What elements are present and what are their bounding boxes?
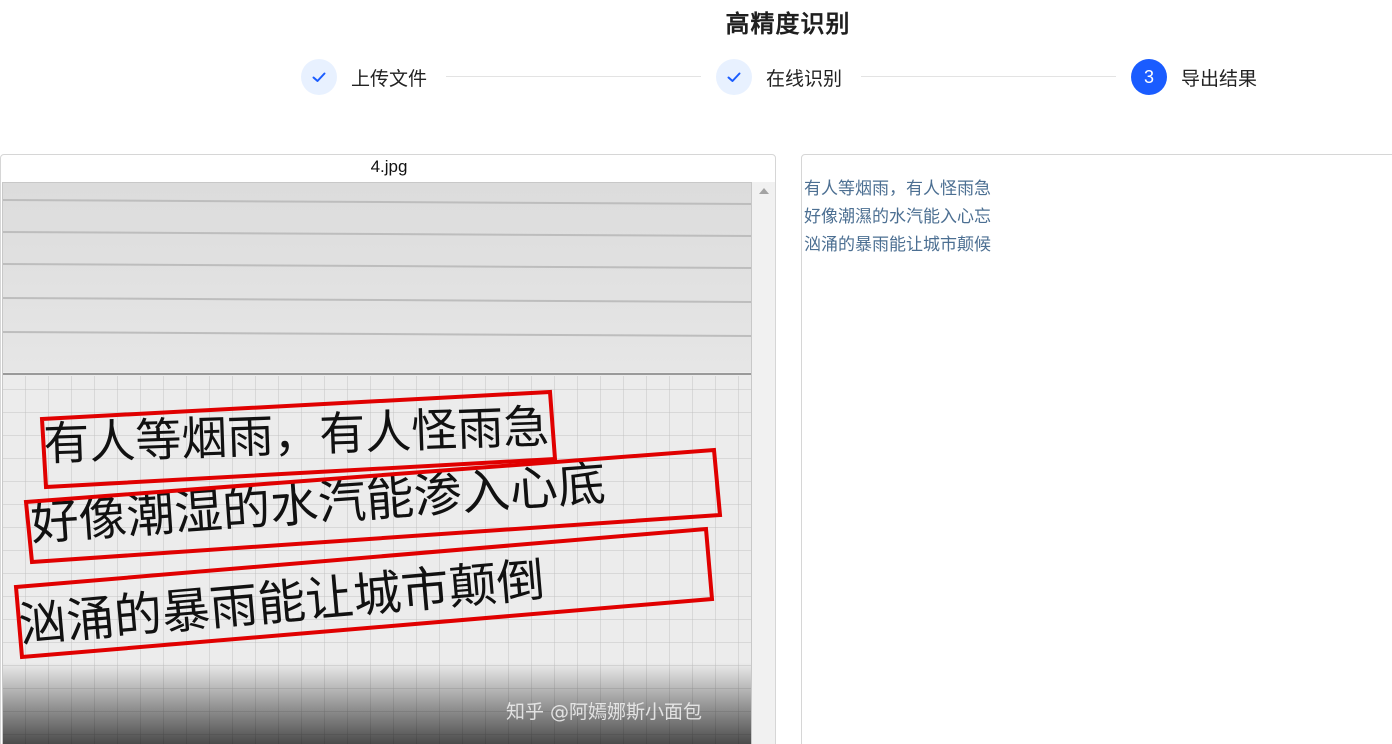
- image-preview-panel: 4.jpg 有人等烟雨，有人怪雨急 好像潮湿的水汽能渗入心底 汹涌的暴雨能让城市…: [0, 154, 776, 744]
- step-connector: [861, 76, 1116, 77]
- file-name: 4.jpg: [370, 157, 408, 176]
- step-1-label: 上传文件: [351, 67, 428, 90]
- result-text-area[interactable]: 有人等烟雨，有人怪雨急 好像潮濕的水汽能入心忘 汹涌的暴雨能让城市颠候: [804, 175, 991, 259]
- step-export-result: 3 导出结果: [1131, 58, 1257, 96]
- result-line-2: 好像潮濕的水汽能入心忘: [804, 207, 991, 227]
- result-line-1: 有人等烟雨，有人怪雨急: [804, 179, 991, 199]
- scroll-up-arrow-icon[interactable]: [759, 188, 769, 194]
- handwriting-photo: 有人等烟雨，有人怪雨急 好像潮湿的水汽能渗入心底 汹涌的暴雨能让城市颠倒 知乎 …: [2, 182, 752, 744]
- step-2-check-icon: [716, 59, 752, 95]
- image-scrollbar[interactable]: [752, 182, 775, 744]
- watermark: 知乎 @阿嫣娜斯小面包: [506, 701, 702, 723]
- step-connector: [446, 76, 701, 77]
- step-online-recognition: 在线识别: [716, 58, 842, 96]
- recognized-image[interactable]: 有人等烟雨，有人怪雨急 好像潮湿的水汽能渗入心底 汹涌的暴雨能让城市颠倒 知乎 …: [2, 182, 752, 744]
- step-3-number: 3: [1131, 59, 1167, 95]
- step-1-check-icon: [301, 59, 337, 95]
- step-indicator: 上传文件 在线识别 3 导出结果: [0, 58, 1392, 96]
- step-upload-file: 上传文件: [301, 58, 427, 96]
- result-line-3: 汹涌的暴雨能让城市颠候: [804, 235, 991, 255]
- step-3-label: 导出结果: [1181, 67, 1258, 90]
- step-2-label: 在线识别: [766, 67, 843, 90]
- page-title: 高精度识别: [725, 10, 851, 38]
- recognition-result-panel[interactable]: 有人等烟雨，有人怪雨急 好像潮濕的水汽能入心忘 汹涌的暴雨能让城市颠候: [801, 154, 1392, 744]
